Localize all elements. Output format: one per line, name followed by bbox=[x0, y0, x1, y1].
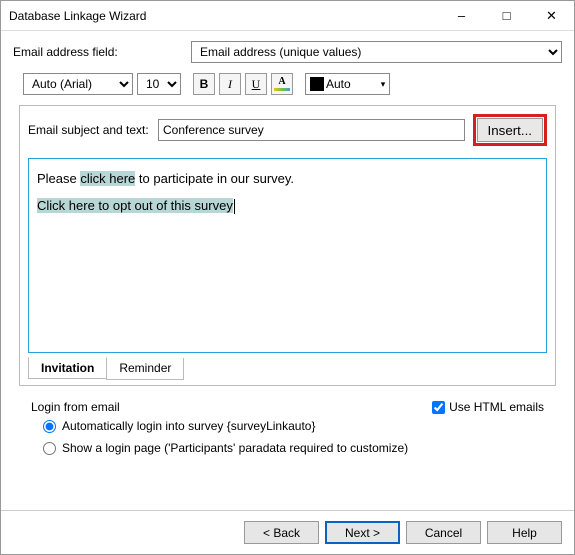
next-button[interactable]: Next > bbox=[325, 521, 400, 544]
use-html-checkbox-input[interactable] bbox=[432, 401, 445, 414]
window-title: Database Linkage Wizard bbox=[9, 9, 439, 23]
email-panel: Email subject and text: Insert... Please… bbox=[19, 105, 556, 386]
back-button[interactable]: < Back bbox=[244, 521, 319, 544]
tab-reminder[interactable]: Reminder bbox=[106, 358, 184, 380]
text-color-button[interactable]: A bbox=[271, 73, 293, 95]
login-from-email-label: Login from email bbox=[31, 400, 120, 414]
editor-text: Please bbox=[37, 171, 80, 186]
cancel-button[interactable]: Cancel bbox=[406, 521, 481, 544]
login-radio-page[interactable]: Show a login page ('Participants' parada… bbox=[43, 441, 544, 455]
minimize-button[interactable]: – bbox=[439, 1, 484, 31]
titlebar: Database Linkage Wizard – □ ✕ bbox=[1, 1, 574, 31]
italic-button[interactable]: I bbox=[219, 73, 241, 95]
tab-bar: Invitation Reminder bbox=[28, 358, 555, 380]
login-radio-auto-input[interactable] bbox=[43, 420, 56, 433]
subject-input[interactable] bbox=[158, 119, 465, 141]
use-html-checkbox[interactable]: Use HTML emails bbox=[432, 400, 544, 414]
email-field-label: Email address field: bbox=[13, 45, 183, 59]
format-toolbar: Auto (Arial) 10 B I U A Auto ▾ bbox=[13, 73, 562, 95]
font-size-select[interactable]: 10 bbox=[137, 73, 181, 95]
text-cursor bbox=[234, 199, 235, 214]
fill-color-select[interactable]: Auto ▾ bbox=[305, 73, 390, 95]
font-select[interactable]: Auto (Arial) bbox=[23, 73, 133, 95]
footer-buttons: < Back Next > Cancel Help bbox=[1, 510, 574, 554]
email-body-editor[interactable]: Please click here to participate in our … bbox=[28, 158, 547, 353]
help-button[interactable]: Help bbox=[487, 521, 562, 544]
email-field-select[interactable]: Email address (unique values) bbox=[191, 41, 562, 63]
login-radio-auto[interactable]: Automatically login into survey {surveyL… bbox=[43, 419, 544, 433]
close-button[interactable]: ✕ bbox=[529, 1, 574, 31]
insert-highlight: Insert... bbox=[473, 114, 547, 146]
editor-text: to participate in our survey. bbox=[135, 171, 294, 186]
subject-label: Email subject and text: bbox=[28, 123, 150, 137]
insert-button[interactable]: Insert... bbox=[477, 118, 543, 142]
optout-link[interactable]: Click here to opt out of this survey bbox=[37, 198, 233, 213]
survey-link[interactable]: click here bbox=[80, 171, 135, 186]
color-swatch-icon bbox=[310, 77, 324, 91]
login-radio-page-input[interactable] bbox=[43, 442, 56, 455]
tab-invitation[interactable]: Invitation bbox=[28, 357, 107, 379]
maximize-button[interactable]: □ bbox=[484, 1, 529, 31]
chevron-down-icon: ▾ bbox=[381, 79, 386, 90]
bold-button[interactable]: B bbox=[193, 73, 215, 95]
underline-button[interactable]: U bbox=[245, 73, 267, 95]
